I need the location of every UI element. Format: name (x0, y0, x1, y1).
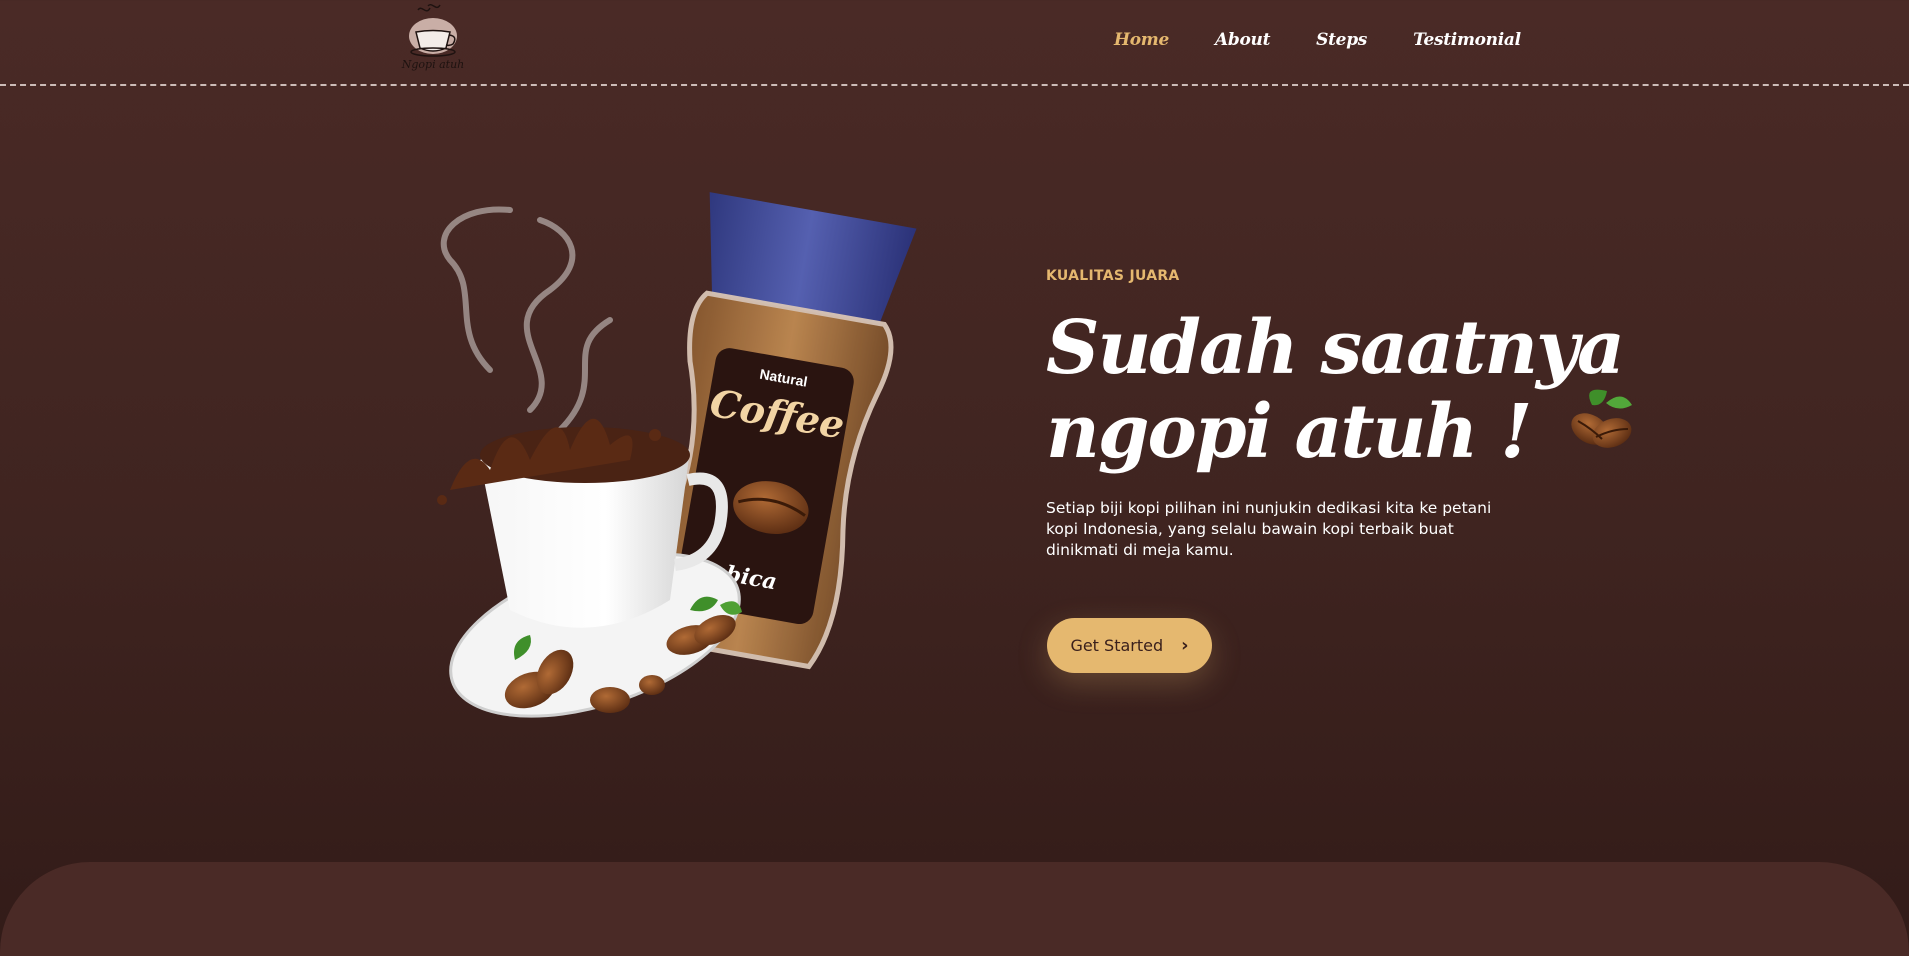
logo-text: Ngopi atuh (401, 58, 465, 71)
coffee-cup-and-jar-illustration: Natural Coffee rabica (437, 192, 917, 718)
get-started-button[interactable]: Get Started › (1047, 618, 1212, 673)
nav-link-steps[interactable]: Steps (1316, 30, 1367, 50)
hero-description: Setiap biji kopi pilihan ini nunjukin de… (1046, 499, 1492, 559)
hero-content: KUALITAS JUARA Sudah saatnya ngopi atuh … (1046, 268, 1633, 561)
hero-headline: Sudah saatnya ngopi atuh ! (1046, 305, 1633, 474)
hero-kicker: KUALITAS JUARA (1046, 268, 1180, 284)
main-nav: Home About Steps Testimonial (1114, 30, 1567, 50)
headline-line-2: ngopi atuh ! (1046, 389, 1633, 474)
nav-link-home[interactable]: Home (1114, 30, 1169, 50)
navbar: Ngopi atuh Home About Steps Testimonial (0, 0, 1909, 86)
next-section-top (0, 862, 1909, 956)
logo[interactable]: Ngopi atuh (398, 2, 468, 76)
headline-line-1: Sudah saatnya (1046, 305, 1625, 391)
chevron-right-icon: › (1181, 635, 1189, 656)
nav-link-about[interactable]: About (1215, 30, 1270, 50)
coffee-bean-icon (1562, 385, 1638, 472)
nav-link-testimonial[interactable]: Testimonial (1413, 30, 1521, 50)
get-started-label: Get Started (1070, 636, 1164, 655)
hero-illustration: Natural Coffee rabica (420, 180, 980, 760)
headline-line-2-text: ngopi atuh ! (1046, 389, 1532, 475)
